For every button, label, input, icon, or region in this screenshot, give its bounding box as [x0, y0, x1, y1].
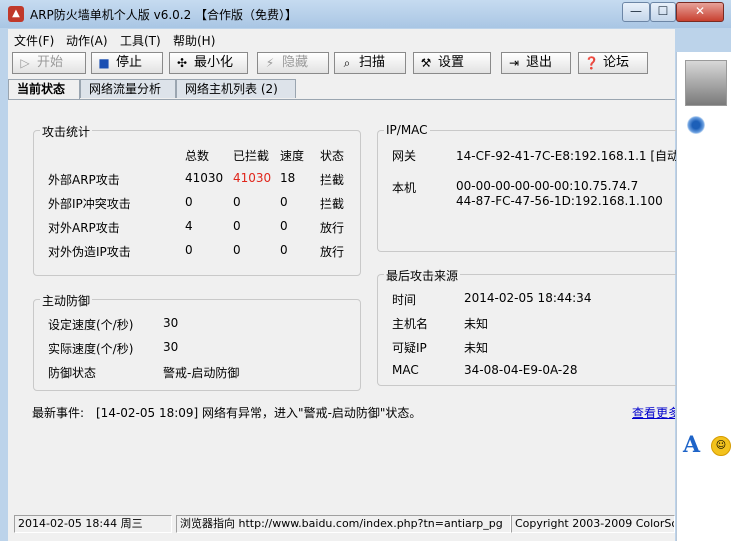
row-blocked: 0 — [233, 195, 241, 209]
gateway-value: 14-CF-92-41-7C-E8:192.168.1.1 [自动 — [456, 149, 680, 163]
tab-traffic-analysis[interactable]: 网络流量分析 — [80, 79, 176, 98]
row-total: 0 — [185, 243, 193, 257]
status-panel: 攻击统计 总数 已拦截 速度 状态 外部ARP攻击 41030 41030 18… — [8, 99, 683, 511]
row-total: 0 — [185, 195, 193, 209]
row-label: 对外ARP攻击 — [48, 221, 120, 235]
magnifier-icon: ⌕ — [343, 56, 351, 70]
local-value-1: 00-00-00-00-00-00:10.75.74.7 — [456, 179, 639, 193]
maximize-window-button[interactable]: ☐ — [650, 2, 676, 22]
tab-strip: 当前状态 网络流量分析 网络主机列表 (2) — [8, 79, 675, 99]
row-blocked: 0 — [233, 243, 241, 257]
header-total: 总数 — [185, 149, 210, 163]
stop-button[interactable]: ■ 停止 — [91, 52, 163, 74]
hostname-value: 未知 — [464, 317, 489, 331]
row-speed: 0 — [280, 243, 288, 257]
attack-stats-title: 攻击统计 — [40, 123, 93, 140]
attack-stats-group: 攻击统计 总数 已拦截 速度 状态 外部ARP攻击 41030 41030 18… — [33, 123, 361, 276]
smiley-icon[interactable]: ☺ — [711, 436, 731, 456]
local-label: 本机 — [392, 181, 417, 195]
gateway-label: 网关 — [392, 149, 417, 163]
set-speed-value: 30 — [163, 316, 179, 330]
eye-icon[interactable] — [687, 116, 705, 134]
active-defense-group: 主动防御 设定速度(个/秒) 30 实际速度(个/秒) 30 防御状态 警戒-启… — [33, 292, 361, 391]
settings-button[interactable]: ⚒ 设置 — [413, 52, 491, 74]
view-more-link[interactable]: 查看更多 — [632, 404, 675, 421]
app-window: ▲ ARP防火墙单机个人版 v6.0.2 【合作版（免费）】 — ☐ ✕ 文件(… — [0, 0, 731, 541]
mac-value: 34-08-04-E9-0A-28 — [464, 363, 578, 377]
row-total: 4 — [185, 219, 193, 233]
header-blocked: 已拦截 — [233, 149, 270, 163]
defense-state-label: 防御状态 — [48, 366, 97, 380]
minimize-button[interactable]: ✣ 最小化 — [169, 52, 248, 74]
play-icon: ▷ — [20, 56, 30, 70]
row-status: 放行 — [320, 221, 345, 235]
wrench-icon: ⚒ — [420, 56, 432, 70]
minimize-window-button[interactable]: — — [622, 2, 650, 22]
header-status: 状态 — [320, 149, 345, 163]
defense-state-value: 警戒-启动防御 — [163, 366, 240, 380]
shield-app-icon: ▲ — [8, 6, 24, 22]
row-label: 对外伪造IP攻击 — [48, 245, 131, 259]
toolbar: ▷ 开始 ■ 停止 ✣ 最小化 ⚡ 隐藏 ⌕ 扫描 ⚒ 设置 ⇥ 退出 ❓ 论坛 — [8, 49, 675, 79]
row-speed: 0 — [280, 195, 288, 209]
compress-arrows-icon: ✣ — [176, 56, 188, 70]
help-circle-icon: ❓ — [584, 56, 599, 70]
start-button[interactable]: ▷ 开始 — [12, 52, 86, 74]
latest-event-text: [14-02-05 18:09] 网络有异常，进入"警戒-启动防御"状态。 — [96, 406, 422, 420]
row-speed: 18 — [280, 171, 296, 185]
ipmac-group: IP/MAC 网关 14-CF-92-41-7C-E8:192.168.1.1 … — [377, 123, 683, 252]
font-format-icon[interactable]: A — [683, 432, 700, 458]
stop-icon: ■ — [98, 56, 110, 70]
side-chat-panel: A ☺ — [676, 52, 731, 541]
header-speed: 速度 — [280, 149, 305, 163]
status-datetime: 2014-02-05 18:44 周三 — [14, 515, 172, 533]
forum-button[interactable]: ❓ 论坛 — [578, 52, 648, 74]
ipmac-title: IP/MAC — [384, 123, 430, 137]
row-status: 拦截 — [320, 197, 345, 211]
status-browser-url[interactable]: 浏览器指向 http://www.baidu.com/index.php?tn=… — [176, 515, 511, 533]
hide-button[interactable]: ⚡ 隐藏 — [257, 52, 329, 74]
tab-current-status[interactable]: 当前状态 — [8, 79, 80, 99]
row-status: 拦截 — [320, 173, 345, 187]
row-status: 放行 — [320, 245, 345, 259]
contact-avatar[interactable] — [685, 60, 727, 106]
row-blocked: 41030 — [233, 171, 272, 185]
exit-button[interactable]: ⇥ 退出 — [501, 52, 571, 74]
row-total: 41030 — [185, 171, 224, 185]
exit-door-icon: ⇥ — [508, 56, 520, 70]
mac-label: MAC — [392, 363, 419, 377]
last-attack-source-title: 最后攻击来源 — [384, 267, 461, 284]
menu-tools[interactable]: 工具(T) — [120, 32, 161, 49]
tab-host-list[interactable]: 网络主机列表 (2) — [176, 79, 296, 98]
title-bar[interactable]: ▲ ARP防火墙单机个人版 v6.0.2 【合作版（免费）】 — ☐ ✕ — [0, 0, 731, 28]
row-speed: 0 — [280, 219, 288, 233]
actual-speed-label: 实际速度(个/秒) — [48, 342, 134, 356]
row-label: 外部ARP攻击 — [48, 173, 120, 187]
menu-bar: 文件(F) 动作(A) 工具(T) 帮助(H) — [8, 29, 675, 49]
hostname-label: 主机名 — [392, 317, 429, 331]
status-copyright: Copyright 2003-2009 ColorSoft — [511, 515, 675, 533]
status-bar: 2014-02-05 18:44 周三 浏览器指向 http://www.bai… — [8, 511, 675, 541]
close-window-button[interactable]: ✕ — [676, 2, 724, 22]
latest-event-label: 最新事件: — [32, 406, 85, 420]
set-speed-label: 设定速度(个/秒) — [48, 318, 134, 332]
window-title: ARP防火墙单机个人版 v6.0.2 【合作版（免费）】 — [30, 8, 298, 22]
attack-time-value: 2014-02-05 18:44:34 — [464, 291, 592, 305]
suspect-ip-value: 未知 — [464, 341, 489, 355]
menu-help[interactable]: 帮助(H) — [173, 32, 215, 49]
scan-button[interactable]: ⌕ 扫描 — [334, 52, 406, 74]
attack-time-label: 时间 — [392, 293, 417, 307]
suspect-ip-label: 可疑IP — [392, 341, 427, 355]
hide-icon: ⚡ — [265, 56, 275, 70]
active-defense-title: 主动防御 — [40, 292, 93, 309]
row-label: 外部IP冲突攻击 — [48, 197, 131, 211]
last-attack-source-group: 最后攻击来源 时间 2014-02-05 18:44:34 主机名 未知 可疑I… — [377, 267, 683, 386]
menu-file[interactable]: 文件(F) — [14, 32, 54, 49]
menu-action[interactable]: 动作(A) — [66, 32, 108, 49]
local-value-2: 44-87-FC-47-56-1D:192.168.1.100 — [456, 194, 663, 208]
actual-speed-value: 30 — [163, 340, 179, 354]
row-blocked: 0 — [233, 219, 241, 233]
